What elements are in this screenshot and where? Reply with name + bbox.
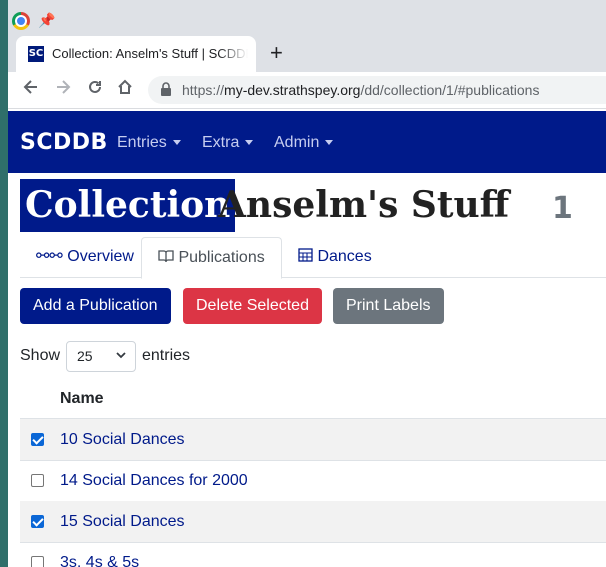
caret-down-icon [245,140,254,146]
tab-title: Collection: Anselm's Stuff | SCDDB [52,46,248,61]
nav-extra[interactable]: Extra [202,134,254,152]
table-row: 15 Social Dances [20,501,606,543]
publication-link[interactable]: 14 Social Dances for 2000 [60,472,248,490]
favicon-icon: SC [28,46,44,62]
book-icon [158,249,178,266]
page-length-select[interactable]: 25 [66,341,136,372]
page-length-value: 25 [77,348,93,364]
tab-publications[interactable]: Publications [141,237,282,279]
page-title: Anselm's Stuff [218,184,510,226]
row-checkbox[interactable] [31,433,44,446]
brand-logo[interactable]: SCDDB [20,130,108,155]
url-text: https://my-dev.strathspey.org/dd/collect… [182,82,540,98]
lock-icon[interactable] [160,82,172,101]
chrome-logo-icon[interactable] [12,12,30,30]
page-type-badge: Collection [20,179,236,232]
address-bar[interactable]: https://my-dev.strathspey.org/dd/collect… [148,76,606,104]
home-icon[interactable] [116,78,134,101]
site-navbar: SCDDB Entries Extra Admin [8,111,606,173]
glasses-icon: ⚯⚯ [36,248,63,265]
publication-link[interactable]: 15 Social Dances [60,513,185,531]
new-tab-button[interactable]: + [270,40,283,66]
tab-overview[interactable]: ⚯⚯ Overview [36,237,134,277]
table-row: 14 Social Dances for 2000 [20,460,606,502]
print-labels-button[interactable]: Print Labels [333,288,444,324]
tabs-divider [20,277,606,278]
column-header-name[interactable]: Name [60,390,104,408]
browser-tab[interactable]: SC Collection: Anselm's Stuff | SCDDB [16,36,256,72]
forward-icon[interactable] [54,78,72,101]
row-checkbox[interactable] [31,474,44,487]
nav-admin[interactable]: Admin [274,134,334,152]
show-label: Show [20,347,61,364]
table-row: 10 Social Dances [20,419,606,461]
caret-down-icon [172,140,181,146]
row-checkbox[interactable] [31,556,44,567]
title-bar: 📌 [8,0,606,38]
add-publication-button[interactable]: Add a Publication [20,288,171,324]
record-id: 1 [552,191,573,226]
row-checkbox[interactable] [31,515,44,528]
reload-icon[interactable] [86,78,104,101]
entries-label: entries [142,347,191,364]
delete-selected-button[interactable]: Delete Selected [183,288,322,324]
back-icon[interactable] [22,78,40,101]
browser-window: 📌 SC Collection: Anselm's Stuff | SCDDB … [8,0,606,567]
tab-dances[interactable]: Dances [298,237,372,277]
table-row: 3s, 4s & 5s [20,542,606,567]
publication-link[interactable]: 3s, 4s & 5s [60,554,139,567]
pin-icon[interactable]: 📌 [38,12,55,29]
browser-toolbar: https://my-dev.strathspey.org/dd/collect… [8,72,606,109]
publication-link[interactable]: 10 Social Dances [60,431,185,449]
nav-entries[interactable]: Entries [117,134,181,152]
calendar-icon [298,248,317,265]
caret-down-icon [325,140,334,146]
chevron-down-icon [115,348,127,367]
